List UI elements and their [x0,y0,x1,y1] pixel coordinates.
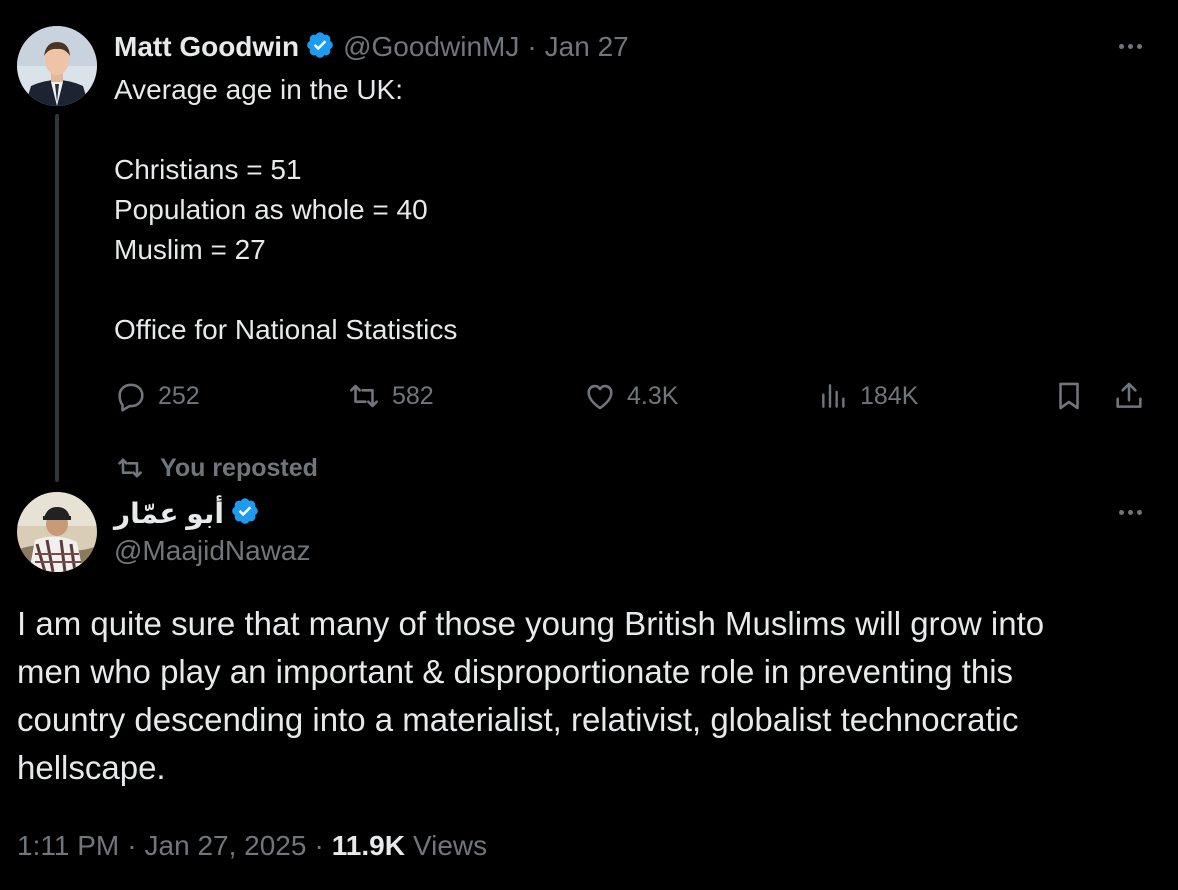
views-label: Views [412,830,488,861]
tweet-time[interactable]: 1:11 PM [17,830,119,862]
tweet-text-line [114,110,1114,150]
tweet-text-line: I am quite sure that many of those young… [17,605,1045,642]
more-dot [1127,43,1133,49]
more-dot [1136,509,1142,515]
avatar[interactable] [17,26,97,106]
bookmark-icon [1059,382,1079,410]
separator-dot: · [127,830,137,861]
tweet-header: Matt Goodwin @GoodwinMJ · Jan 27 [114,28,629,66]
author-name[interactable]: أبو عمّار [114,497,224,530]
tweet-date[interactable]: Jan 27 [545,31,629,63]
analytics-icon [822,384,845,408]
profile-photo [17,26,97,106]
share-icon [1116,382,1142,408]
tweet-metadata: 1:11 PM · Jan 27, 2025 · 11.9K Views [17,826,487,866]
views-button[interactable]: 184K [818,376,918,416]
reply-count: 252 [158,381,200,410]
tweet-text: I am quite sure that many of those young… [17,600,1137,792]
tweet-text-line [114,270,1114,310]
author-name[interactable]: Matt Goodwin [114,31,299,63]
thread-connector-line [55,114,59,482]
separator-dot: · [314,830,324,861]
profile-photo [17,492,97,572]
like-count: 4.3K [627,381,679,410]
views-count[interactable]: 11.9K [332,830,405,862]
tweet-text-line: men who play an important & disproportio… [17,653,1014,690]
more-horizontal-icon [1118,43,1124,49]
tweet-header: أبو عمّار [114,494,268,532]
tweet-text-line: Office for National Statistics [114,314,458,345]
tweet-text-line: Christians = 51 [114,154,302,185]
reply-button[interactable]: 252 [114,376,200,416]
more-dot [1127,509,1133,515]
tweet-text-line: hellscape. [17,749,166,786]
more-dot [1136,43,1142,49]
tweet-text: Average age in the UK: Christians = 51 P… [114,70,1114,350]
repost-count: 582 [392,381,434,410]
verified-badge-icon [305,30,335,65]
reply-icon [118,383,144,412]
more-horizontal-icon [1118,509,1124,515]
repost-label-text: You reposted [160,453,318,482]
author-handle[interactable]: @MaajidNawaz [114,535,311,567]
share-button[interactable] [1112,376,1146,416]
repost-button[interactable]: 582 [346,376,434,416]
heart-icon [587,384,613,410]
views-count: 184K [860,381,919,410]
tweet-text-line: country descending into a materialist, r… [17,701,1019,738]
separator-dot: · [527,31,537,62]
like-button[interactable]: 4.3K [583,376,678,416]
tweet-text-line: Muslim = 27 [114,234,266,265]
more-options-button[interactable] [1112,36,1148,56]
author-handle[interactable]: @GoodwinMJ [343,31,519,63]
bookmark-button[interactable] [1052,376,1086,416]
avatar[interactable] [17,492,97,572]
tweet-text-line: Population as whole = 40 [114,194,428,225]
repost-icon [118,458,142,478]
repost-context: You reposted [114,452,318,484]
tweet-date[interactable]: Jan 27, 2025 [145,830,307,862]
tweet-text-line: Average age in the UK: [114,74,404,105]
verified-badge-icon [230,496,260,531]
more-options-button[interactable] [1112,502,1148,522]
repost-icon [349,384,379,408]
